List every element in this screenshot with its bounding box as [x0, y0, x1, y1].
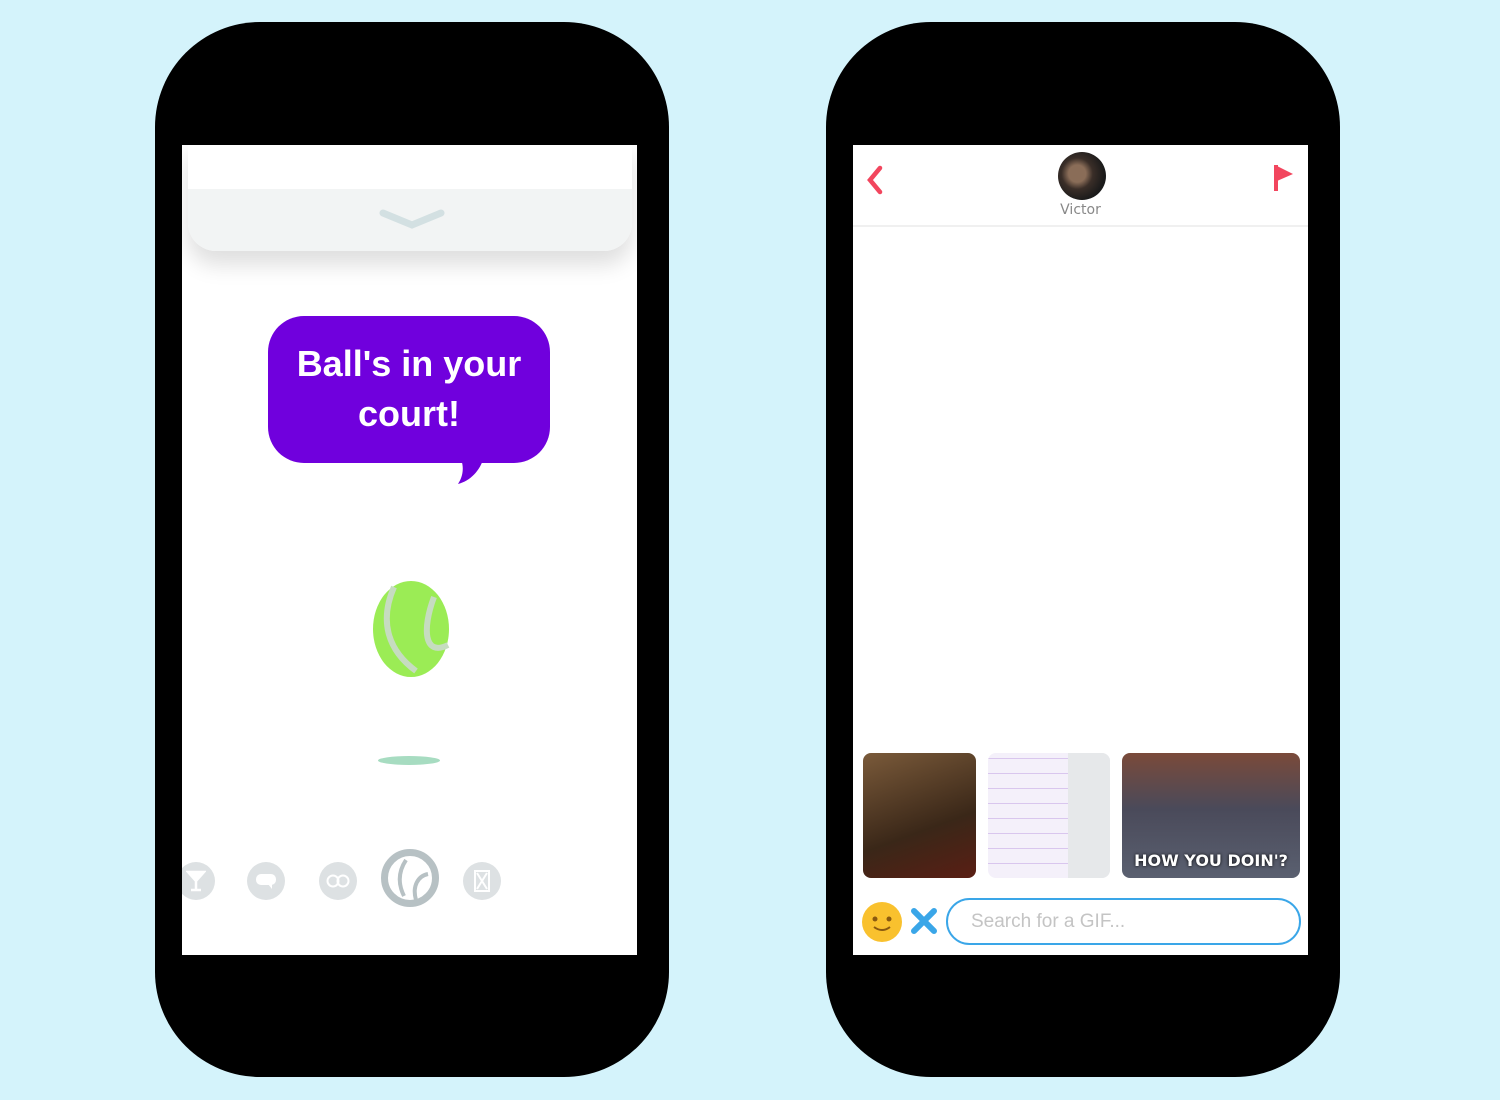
speech-bubble: Ball's in your court! — [268, 316, 550, 463]
gif-search-input[interactable] — [946, 898, 1301, 945]
avatar[interactable] — [1058, 152, 1106, 200]
gif-thumbnail[interactable]: HOW YOU DOIN'? — [1122, 753, 1300, 878]
ball-shadow — [378, 756, 440, 765]
match-name: Victor — [1060, 202, 1101, 218]
gif-results: HOW YOU DOIN'? — [863, 753, 1300, 878]
right-screen: Victor HOW YOU DOIN'? — [853, 145, 1308, 955]
left-phone: Ball's in your court! — [155, 22, 669, 1077]
eyes-icon[interactable] — [319, 862, 357, 900]
chat-header: Victor — [853, 145, 1308, 227]
chevron-left-icon[interactable] — [865, 165, 885, 195]
close-icon[interactable] — [910, 907, 938, 935]
cocktail-icon[interactable] — [182, 862, 215, 900]
right-phone: Victor HOW YOU DOIN'? — [826, 22, 1340, 1077]
gif-thumbnail[interactable] — [988, 753, 1110, 878]
left-screen: Ball's in your court! — [182, 145, 637, 955]
flag-icon[interactable] — [1273, 163, 1295, 193]
tennis-ball — [373, 581, 450, 677]
hourglass-icon[interactable] — [463, 862, 501, 900]
bubble-tail — [458, 457, 484, 484]
emoji-icon[interactable] — [862, 902, 902, 942]
gif-thumbnail[interactable] — [863, 753, 976, 878]
pull-down-drawer[interactable] — [188, 145, 632, 251]
tennis-ball-icon[interactable] — [381, 849, 439, 907]
speech-bubble-icon[interactable] — [247, 862, 285, 900]
chevron-down-icon[interactable] — [378, 207, 446, 231]
